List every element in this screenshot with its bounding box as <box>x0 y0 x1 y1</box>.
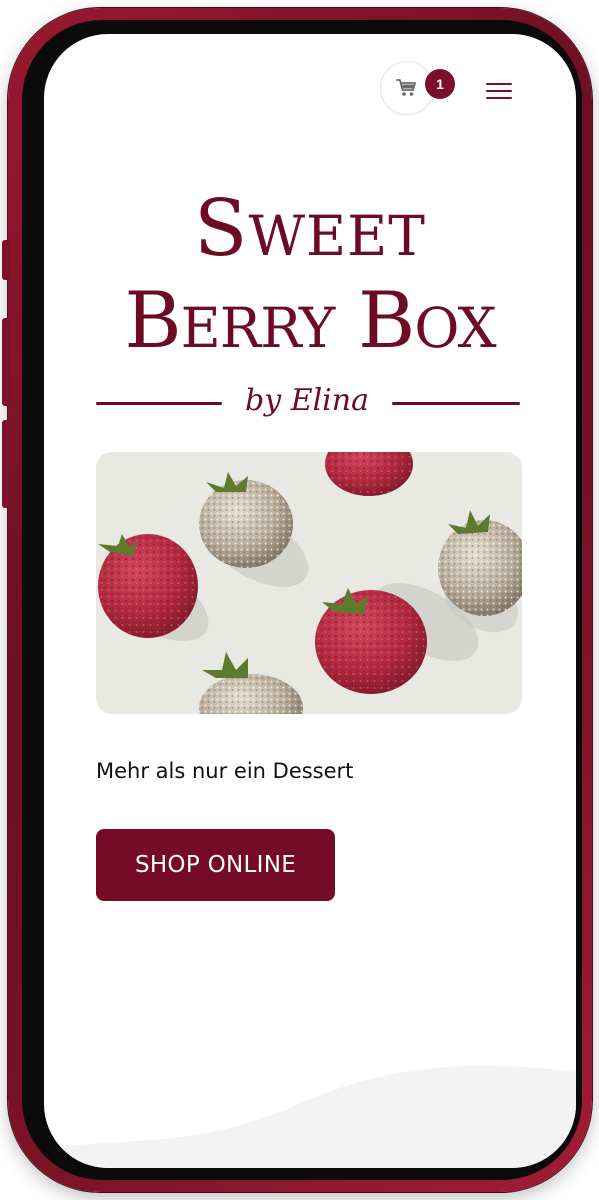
logo-divider <box>392 402 520 405</box>
hero-image <box>96 452 522 714</box>
brand-name-line2: Berry Box <box>124 276 496 366</box>
shopping-cart-icon <box>396 79 416 96</box>
phone-side-button <box>2 420 10 508</box>
logo-divider <box>96 402 222 405</box>
brand-byline: by Elina <box>44 380 576 424</box>
shop-online-button[interactable]: SHOP ONLINE <box>96 829 335 901</box>
cart-count-badge: 1 <box>425 69 455 99</box>
hamburger-menu-icon[interactable] <box>484 80 514 102</box>
brand-byline-text: by Elina <box>245 383 369 418</box>
phone-side-button <box>2 318 10 406</box>
brand-name-line1: Sweet <box>194 184 426 274</box>
hero-tagline: Mehr als nur ein Dessert <box>96 759 354 783</box>
footer-wave <box>44 1065 576 1168</box>
phone-side-button <box>2 240 10 280</box>
phone-screen: 1 Sweet Berry Box by Elina Mehr als nur … <box>44 34 576 1168</box>
